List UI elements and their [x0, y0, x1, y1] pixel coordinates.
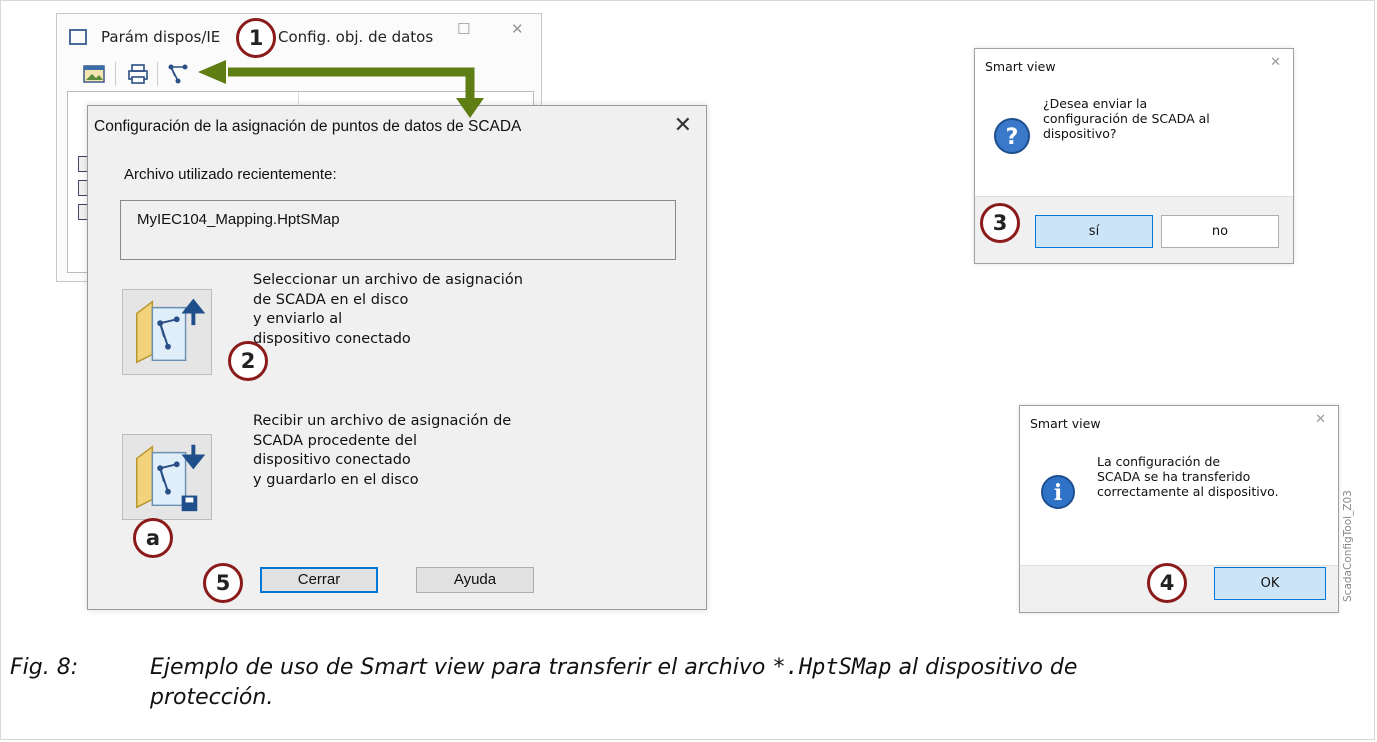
callout-1: 1 — [236, 18, 276, 58]
confirm-dialog-title: Smart view — [985, 59, 1056, 74]
question-icon: ? — [994, 118, 1030, 154]
confirm-message: ¿Desea enviar la configuración de SCADA … — [1043, 96, 1210, 141]
callout-4: 4 — [1147, 563, 1187, 603]
caption-code: *.HptSMap — [772, 655, 892, 680]
callout-2: 2 — [228, 341, 268, 381]
yes-button[interactable]: sí — [1035, 215, 1153, 248]
svg-text:?: ? — [1006, 125, 1019, 150]
ok-button[interactable]: OK — [1214, 567, 1326, 600]
info-dialog-title: Smart view — [1030, 416, 1101, 431]
confirm-close-icon[interactable]: ✕ — [1270, 55, 1281, 70]
caption-line2: protección. — [150, 685, 274, 710]
info-message: La configuración de SCADA se ha transfer… — [1097, 454, 1279, 499]
caption-number: Fig. 8: — [10, 655, 79, 680]
confirm-dialog: Smart view ✕ ? ¿Desea enviar la configur… — [974, 48, 1294, 264]
no-button[interactable]: no — [1161, 215, 1279, 248]
caption-text-before: Ejemplo de uso de Smart view para transf… — [150, 655, 773, 680]
figure-caption: Fig. 8: Ejemplo de uso de Smart view para… — [10, 653, 1077, 713]
info-icon: i — [1041, 475, 1075, 509]
info-close-icon[interactable]: ✕ — [1315, 412, 1326, 427]
callout-a: a — [133, 518, 173, 558]
caption-text-after: al dispositivo de — [891, 655, 1078, 680]
image-id-label: ScadaConfigTool_Z03 — [1342, 490, 1354, 602]
callout-3: 3 — [980, 203, 1020, 243]
callout-5: 5 — [203, 563, 243, 603]
svg-text:i: i — [1054, 480, 1062, 506]
